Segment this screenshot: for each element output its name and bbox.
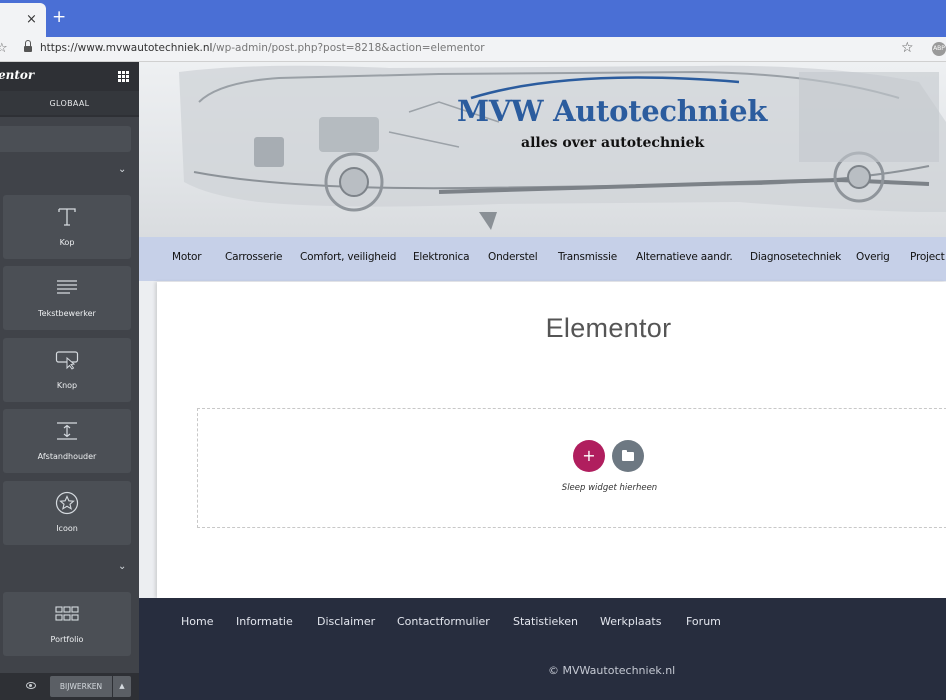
eye-icon[interactable] (26, 682, 36, 689)
widget-label: Knop (56, 381, 78, 390)
footer-link-statistieken[interactable]: Statistieken (513, 615, 578, 628)
star-icon[interactable]: ☆ (0, 41, 8, 56)
footer-link-home[interactable]: Home (181, 615, 213, 628)
nav-item-elektronica[interactable]: Elektronica (413, 251, 470, 263)
nav-item-comfort[interactable]: Comfort, veiligheid (300, 251, 396, 263)
elementor-logo: entor (0, 68, 35, 82)
address-bar: ☆ https://www.mvwautotechniek.nl/wp-admi… (0, 37, 946, 62)
nav-item-project[interactable]: Project (910, 251, 945, 263)
chevron-down-icon: ⌄ (118, 164, 127, 175)
update-button[interactable]: BIJWERKEN (50, 676, 112, 697)
nav-item-overig[interactable]: Overig (856, 251, 890, 263)
grid-icon[interactable] (118, 71, 129, 82)
footer-link-disclaimer[interactable]: Disclaimer (317, 615, 375, 628)
lock-icon[interactable] (24, 40, 32, 52)
portfolio-grid-icon (3, 601, 131, 627)
new-tab-button[interactable]: + (52, 9, 66, 26)
elementor-panel: entor GLOBAAL ⌄ Kop Tekstbewerker Knop A… (0, 62, 139, 700)
chevron-down-icon: ⌄ (118, 561, 127, 572)
footer-link-contactformulier[interactable]: Contactformulier (397, 615, 490, 628)
tab-close-icon[interactable]: × (26, 13, 37, 27)
browser-tab[interactable]: × (0, 3, 46, 37)
star-circle-icon (3, 490, 131, 516)
widget-label: Kop (59, 238, 75, 247)
nav-item-alternatieve[interactable]: Alternatieve aandr. (636, 251, 733, 263)
footer-link-forum[interactable]: Forum (686, 615, 721, 628)
nav-item-transmissie[interactable]: Transmissie (558, 251, 617, 263)
widget-icon[interactable]: Icoon (3, 481, 131, 545)
tab-global[interactable]: GLOBAAL (0, 91, 139, 117)
footer-link-werkplaats[interactable]: Werkplaats (600, 615, 661, 628)
category-toggle-pro[interactable]: ⌄ (0, 553, 139, 583)
nav-item-diagnosetechniek[interactable]: Diagnosetechniek (750, 251, 841, 263)
bookmark-star-icon[interactable]: ☆ (901, 40, 914, 56)
widget-button[interactable]: Knop (3, 338, 131, 402)
drop-zone[interactable]: + Sleep widget hierheen (197, 408, 946, 528)
button-icon (3, 347, 131, 373)
widget-portfolio[interactable]: Portfolio (3, 592, 131, 656)
widget-heading[interactable]: Kop (3, 195, 131, 259)
category-toggle-basic[interactable]: ⌄ (0, 156, 139, 186)
panel-footer: BIJWERKEN ▲ (0, 673, 139, 700)
content-area: Elementor + Sleep widget hierheen (157, 282, 946, 598)
drop-hint: Sleep widget hierheen (561, 483, 658, 493)
heading-icon (3, 204, 131, 230)
nav-item-onderstel[interactable]: Onderstel (488, 251, 538, 263)
nav-item-motor[interactable]: Motor (172, 251, 202, 263)
header-banner: MVW Autotechniek alles over autotechniek (139, 62, 946, 237)
site-footer: Home Informatie Disclaimer Contactformul… (139, 598, 946, 700)
add-template-button[interactable] (612, 440, 644, 472)
widget-text-editor[interactable]: Tekstbewerker (3, 266, 131, 330)
brand-tagline: alles over autotechniek (521, 135, 705, 151)
widget-label: Afstandhouder (37, 452, 97, 461)
url-path: /wp-admin/post.php?post=8218&action=elem… (212, 42, 485, 54)
widget-search-input[interactable] (0, 126, 131, 152)
url-host: https://www.mvwautotechniek.nl (40, 42, 213, 54)
widget-label: Portfolio (50, 635, 84, 644)
page-title: Elementor (545, 313, 672, 343)
widget-spacer[interactable]: Afstandhouder (3, 409, 131, 473)
copyright: © MVWautotechniek.nl (548, 664, 676, 677)
extension-icon[interactable]: ABP (932, 42, 946, 56)
add-section-button[interactable]: + (573, 440, 605, 472)
text-editor-icon (3, 275, 131, 301)
spacer-icon (3, 418, 131, 444)
footer-link-informatie[interactable]: Informatie (236, 615, 293, 628)
browser-tab-strip: × + (0, 0, 946, 37)
brand-title[interactable]: MVW Autotechniek (457, 94, 767, 128)
nav-item-carrosserie[interactable]: Carrosserie (225, 251, 283, 263)
update-options-button[interactable]: ▲ (113, 676, 131, 697)
site-preview: MVW Autotechniek alles over autotechniek… (139, 62, 946, 700)
widget-label: Tekstbewerker (38, 309, 96, 318)
main-nav: Motor Carrosserie Comfort, veiligheid El… (139, 237, 946, 281)
url-input[interactable]: https://www.mvwautotechniek.nl/wp-admin/… (40, 42, 485, 54)
widget-label: Icoon (56, 524, 78, 533)
panel-header: entor (0, 62, 139, 91)
folder-icon (622, 450, 634, 461)
